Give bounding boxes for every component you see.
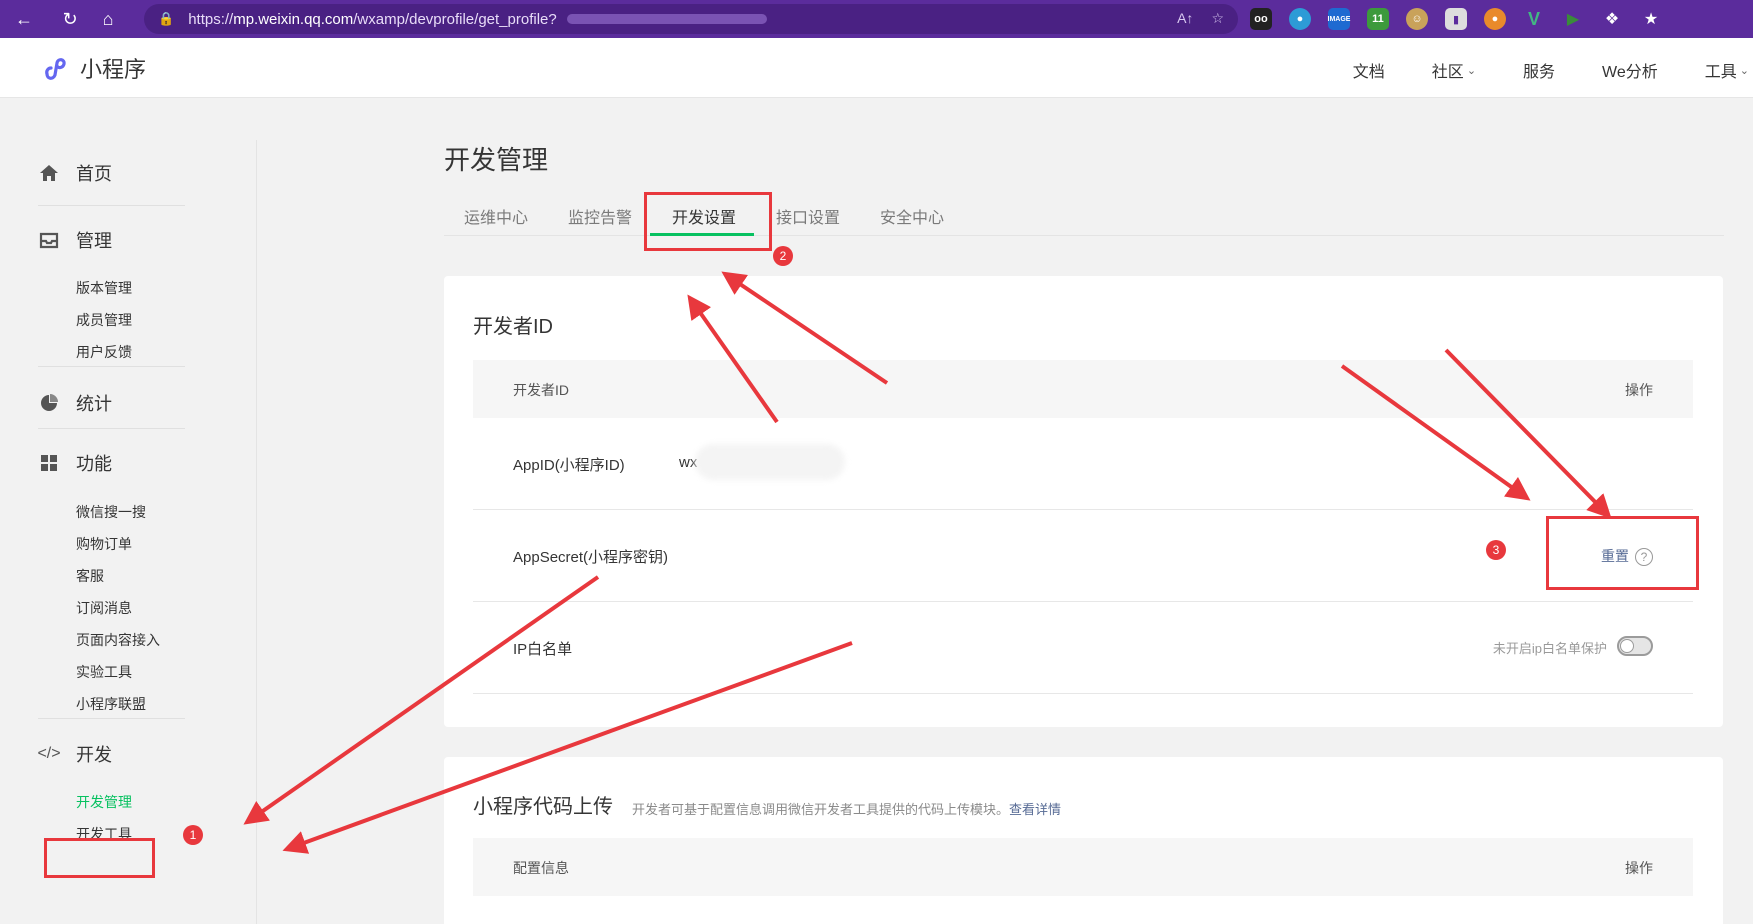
sidebar-divider bbox=[38, 428, 185, 429]
column-header: 操作 bbox=[1625, 860, 1653, 876]
sidebar: 首页 管理 版本管理 成员管理 用户反馈 统计 功能 微信搜一搜 购物订单 客服… bbox=[0, 98, 257, 924]
extension-icon[interactable]: ● bbox=[1484, 8, 1506, 30]
grid-icon bbox=[38, 452, 60, 474]
logo-text: 小程序 bbox=[80, 57, 147, 82]
toggle-knob bbox=[1620, 639, 1634, 653]
extension-icon[interactable]: ▶ bbox=[1562, 8, 1584, 30]
extensions-bar: oo ● IMAGE 11 ☺ ▮ ● V ▶ ❖ ★ bbox=[1250, 8, 1662, 30]
sidebar-item-feedback[interactable]: 用户反馈 bbox=[76, 342, 132, 362]
column-header: 操作 bbox=[1625, 382, 1653, 398]
url-text: https://mp.weixin.qq.com/wxamp/devprofil… bbox=[188, 10, 557, 28]
appid-redacted bbox=[695, 444, 845, 480]
annotation-badge-1: 1 bbox=[183, 825, 203, 845]
tab-ops-center[interactable]: 运维中心 bbox=[464, 204, 528, 228]
sidebar-item-dev-management[interactable]: 开发管理 bbox=[76, 792, 132, 812]
sidebar-item-version[interactable]: 版本管理 bbox=[76, 278, 132, 298]
miniprogram-logo-icon bbox=[39, 53, 69, 83]
sidebar-item-home[interactable]: 首页 bbox=[38, 160, 112, 186]
nav-docs[interactable]: 文档 bbox=[1353, 58, 1385, 82]
column-header: 配置信息 bbox=[513, 860, 569, 876]
sidebar-divider bbox=[38, 205, 185, 206]
ip-whitelist-status: 未开启ip白名单保护 bbox=[1492, 641, 1607, 656]
annotation-box-1 bbox=[44, 838, 155, 878]
view-details-link[interactable]: 查看详情 bbox=[1009, 802, 1061, 817]
back-icon[interactable]: ← bbox=[6, 0, 42, 38]
extension-icon[interactable]: IMAGE bbox=[1328, 8, 1350, 30]
extension-icon[interactable]: ● bbox=[1289, 8, 1311, 30]
tab-api-settings[interactable]: 接口设置 bbox=[776, 204, 840, 228]
sidebar-divider bbox=[38, 366, 185, 367]
sidebar-item-stats[interactable]: 统计 bbox=[38, 390, 112, 416]
sidebar-item-orders[interactable]: 购物订单 bbox=[76, 534, 132, 554]
favorites-icon[interactable]: ★ bbox=[1640, 8, 1662, 30]
code-icon: </> bbox=[37, 745, 61, 762]
sidebar-divider bbox=[38, 718, 185, 719]
chevron-down-icon: ⌄ bbox=[1739, 64, 1749, 77]
sidebar-item-lab-tools[interactable]: 实验工具 bbox=[76, 662, 132, 682]
home-icon[interactable]: ⌂ bbox=[90, 0, 126, 38]
table-header: 配置信息 操作 bbox=[473, 838, 1693, 896]
appid-label: AppID(小程序ID) bbox=[513, 457, 625, 474]
card-title: 小程序代码上传 bbox=[473, 796, 613, 818]
sidebar-item-customer-service[interactable]: 客服 bbox=[76, 566, 104, 586]
annotation-box-3 bbox=[1546, 516, 1699, 590]
top-nav: 文档 社区 ⌄ 服务 We分析 工具 ⌄ bbox=[1353, 58, 1749, 82]
nav-we-analysis[interactable]: We分析 bbox=[1602, 58, 1658, 82]
pie-chart-icon bbox=[38, 392, 60, 414]
card-description: 开发者可基于配置信息调用微信开发者工具提供的代码上传模块。查看详情 bbox=[632, 802, 1062, 817]
sidebar-item-wechat-search[interactable]: 微信搜一搜 bbox=[76, 502, 146, 522]
ip-whitelist-label: IP白名单 bbox=[513, 641, 573, 658]
sidebar-item-subscribe[interactable]: 订阅消息 bbox=[76, 598, 132, 618]
card-title: 开发者ID bbox=[473, 316, 553, 338]
sidebar-divider bbox=[256, 140, 257, 924]
sidebar-section-features[interactable]: 功能 bbox=[38, 450, 112, 476]
refresh-icon[interactable]: ↻ bbox=[52, 0, 88, 38]
favorite-icon[interactable]: ☆ bbox=[1211, 10, 1224, 27]
lock-icon: 🔒 bbox=[158, 11, 175, 26]
dev-id-card: 开发者ID 开发者ID 操作 AppID(小程序ID) wx AppSecret… bbox=[444, 276, 1723, 727]
tab-security-center[interactable]: 安全中心 bbox=[880, 204, 944, 228]
logo[interactable]: 小程序 bbox=[38, 52, 146, 84]
annotation-box-2 bbox=[644, 192, 772, 251]
annotation-badge-3: 3 bbox=[1486, 540, 1506, 560]
browser-toolbar: ← ↻ ⌂ 🔒 https://mp.weixin.qq.com/wxamp/d… bbox=[0, 0, 1753, 38]
page-root: ← ↻ ⌂ 🔒 https://mp.weixin.qq.com/wxamp/d… bbox=[0, 0, 1753, 924]
sidebar-item-alliance[interactable]: 小程序联盟 bbox=[76, 694, 146, 714]
url-redacted bbox=[566, 14, 767, 24]
column-header: 开发者ID bbox=[513, 382, 569, 398]
extension-icon[interactable]: V bbox=[1523, 8, 1545, 30]
nav-community[interactable]: 社区 ⌄ bbox=[1432, 58, 1476, 82]
extension-icon[interactable]: 11 bbox=[1367, 8, 1389, 30]
sidebar-section-manage[interactable]: 管理 bbox=[38, 227, 112, 253]
extension-icon[interactable]: ☺ bbox=[1406, 8, 1428, 30]
tab-monitoring[interactable]: 监控告警 bbox=[568, 204, 632, 228]
tab-bar: 运维中心 监控告警 开发设置 接口设置 安全中心 bbox=[444, 192, 1724, 236]
sidebar-item-members[interactable]: 成员管理 bbox=[76, 310, 132, 330]
table-header: 开发者ID 操作 bbox=[473, 360, 1693, 418]
table-row-appsecret: AppSecret(小程序密钥) 重置? bbox=[473, 510, 1693, 602]
address-bar[interactable]: 🔒 https://mp.weixin.qq.com/wxamp/devprof… bbox=[144, 4, 1238, 34]
inbox-icon bbox=[38, 229, 60, 251]
home-icon bbox=[38, 162, 60, 184]
chevron-down-icon: ⌄ bbox=[1466, 64, 1477, 77]
table-row-appid: AppID(小程序ID) wx bbox=[473, 418, 1693, 510]
sidebar-item-page-content[interactable]: 页面内容接入 bbox=[76, 630, 160, 650]
puzzle-icon[interactable]: ❖ bbox=[1601, 8, 1623, 30]
annotation-badge-2: 2 bbox=[773, 246, 793, 266]
sidebar-section-dev[interactable]: </> 开发 bbox=[37, 741, 112, 767]
appsecret-label: AppSecret(小程序密钥) bbox=[513, 549, 669, 566]
read-aloud-icon[interactable]: A↑ bbox=[1177, 10, 1193, 27]
ip-whitelist-toggle[interactable] bbox=[1617, 636, 1653, 656]
code-upload-card: 小程序代码上传 开发者可基于配置信息调用微信开发者工具提供的代码上传模块。查看详… bbox=[444, 757, 1723, 924]
table-row-ip-whitelist: IP白名单 未开启ip白名单保护 bbox=[473, 602, 1693, 694]
page-title: 开发管理 bbox=[444, 145, 549, 175]
nav-services[interactable]: 服务 bbox=[1523, 58, 1555, 82]
nav-tools[interactable]: 工具 ⌄ bbox=[1705, 58, 1749, 82]
site-header: 小程序 文档 社区 ⌄ 服务 We分析 工具 ⌄ bbox=[0, 38, 1753, 98]
extension-icon[interactable]: ▮ bbox=[1445, 8, 1467, 30]
extension-icon[interactable]: oo bbox=[1250, 8, 1272, 30]
